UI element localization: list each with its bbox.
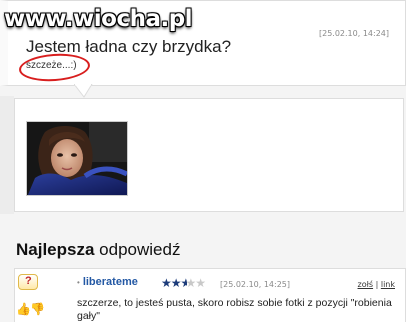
thumb-up-icon[interactable]: 👍 (16, 302, 31, 316)
thumb-down-icon[interactable]: 👎 (30, 302, 45, 316)
answer-date: [25.02.10, 14:25] (220, 280, 291, 289)
star-empty-icon: ★ (195, 276, 206, 290)
user-photo[interactable] (26, 121, 128, 196)
rating-stars: ★★★★★ (161, 276, 206, 290)
bullet-icon: • (77, 278, 80, 287)
username-link[interactable]: liberateme (83, 276, 138, 288)
heading-rest: odpowiedź (94, 240, 181, 259)
answer-user: • liberateme (77, 276, 138, 288)
question-mark-icon: ? (18, 274, 38, 290)
answer-text: szczerze, to jesteś pusta, skoro robisz … (77, 297, 392, 322)
question-date: [25.02.10, 14:24] (318, 29, 389, 38)
answer-links: zołś | link (358, 280, 395, 289)
heading-bold: Najlepsza (16, 240, 95, 259)
star-full-icon: ★ (170, 276, 182, 290)
star-full-icon: ★ (161, 276, 172, 290)
answer-side-icons: ? 👍 👎 (14, 272, 46, 322)
permalink[interactable]: link (381, 280, 395, 289)
answer-box: • liberateme ★★★★★ [25.02.10, 14:25] zołś… (14, 268, 406, 322)
speech-bubble-tail (74, 84, 93, 98)
report-link[interactable]: zołś (358, 280, 374, 289)
watermark-logo: www.wiocha.pl (4, 6, 193, 32)
left-strip (0, 96, 14, 214)
link-separator: | (373, 280, 381, 289)
star-empty-icon: ★ (185, 276, 197, 290)
photo-box (14, 98, 404, 212)
best-answer-heading: Najlepsza odpowiedź (16, 240, 180, 260)
portrait-image (27, 122, 127, 195)
